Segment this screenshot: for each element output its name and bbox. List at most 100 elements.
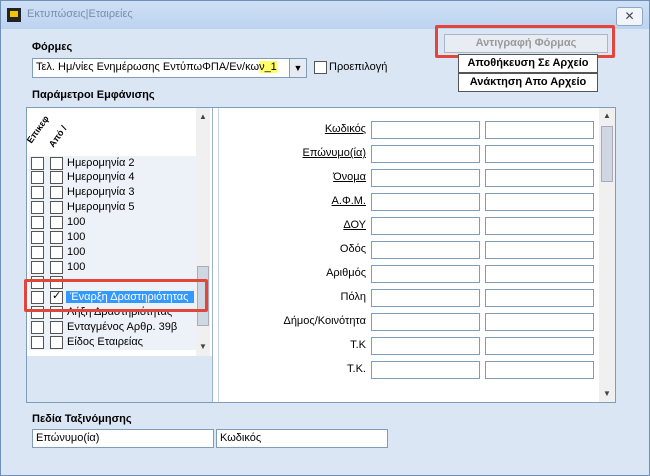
field-value-input-2[interactable] [485,313,594,331]
title-checkbox[interactable] [31,321,44,334]
list-item[interactable]: 100 [29,260,196,275]
field-value-input[interactable] [371,193,480,211]
field-label: Α.Φ.Μ. [331,195,366,207]
list-item[interactable]: 100 [29,230,196,245]
print-settings-window: Εκτυπώσεις|Εταιρείες ✕ Φόρμες Τελ. Ημ/νί… [0,0,650,476]
from-checkbox[interactable] [50,186,63,199]
field-value-input-2[interactable] [485,121,594,139]
list-item-label: 100 [67,216,86,228]
field-label: Πόλη [340,291,366,303]
field-value-input[interactable] [371,121,480,139]
header-from-column: Από / [46,123,69,149]
list-item-label: 100 [67,231,86,243]
forms-selected-value: Τελ. Ημ/νίες Ενημέρωσης ΕντύπωΦΠΑ/Εν/κω [36,61,260,73]
list-item-label: Ημερομηνία 2 [67,157,135,169]
title-checkbox[interactable] [31,246,44,259]
window-title: Εκτυπώσεις|Εταιρείες [27,8,133,20]
default-label: Προεπιλογή [329,61,388,73]
header-title-column: Επικεφ [24,113,51,145]
field-value-input-2[interactable] [485,169,594,187]
forms-label: Φόρμες [32,41,73,53]
field-label: Αριθμός [326,267,366,279]
field-value-input-2[interactable] [485,241,594,259]
list-item-label: Είδος Εταιρείας [67,336,143,348]
display-params-list[interactable]: Επικεφ Από / Ημερομηνία 2 Ημερομηνία 4 Ημε… [24,108,213,402]
field-value-input[interactable] [371,361,480,379]
title-checkbox[interactable] [31,201,44,214]
list-item[interactable]: Ημερομηνία 3 [29,185,196,200]
list-item-label: Ημερομηνία 5 [67,201,135,213]
from-checkbox[interactable] [50,201,63,214]
from-checkbox[interactable] [50,261,63,274]
field-value-input[interactable] [371,169,480,187]
field-value-input-2[interactable] [485,265,594,283]
from-checkbox[interactable] [50,231,63,244]
field-value-input-2[interactable] [485,337,594,355]
field-value-input-2[interactable] [485,289,594,307]
list-item-label: 100 [67,246,86,258]
list-item[interactable]: 100 [29,245,196,260]
field-value-input[interactable] [371,337,480,355]
field-value-input[interactable] [371,313,480,331]
forms-dropdown[interactable]: Τελ. Ημ/νίες Ενημέρωσης ΕντύπωΦΠΑ/Εν/κων… [32,58,307,78]
save-to-file-button[interactable]: Αποθήκευση Σε Αρχείο [458,54,598,73]
field-value-input[interactable] [371,265,480,283]
title-checkbox[interactable] [31,157,44,170]
default-checkbox[interactable] [314,61,327,74]
title-checkbox[interactable] [31,171,44,184]
field-value-input-2[interactable] [485,193,594,211]
scroll-down-icon[interactable]: ▼ [196,340,210,354]
scroll-up-icon[interactable]: ▲ [196,110,210,124]
from-checkbox[interactable] [50,171,63,184]
list-item[interactable]: Ημερομηνία 2 [29,156,196,171]
scroll-up-icon[interactable]: ▲ [599,108,615,124]
scroll-thumb[interactable] [601,126,613,182]
list-item[interactable]: 100 [29,215,196,230]
forms-selected-highlight: ν_1 [259,61,277,73]
field-label: Οδός [339,243,366,255]
field-label: Τ.Κ. [347,363,366,375]
chevron-down-icon[interactable]: ▼ [289,59,306,77]
list-item[interactable]: Ημερομηνία 5 [29,200,196,215]
list-scrollbar[interactable]: ▲ ▼ [196,108,210,356]
fields-scrollbar[interactable]: ▲ ▼ [599,108,615,402]
sort-field-1-value: Επώνυμο(ία) [36,432,100,444]
field-value-input[interactable] [371,145,480,163]
from-checkbox[interactable] [50,216,63,229]
from-checkbox[interactable] [50,246,63,259]
field-value-input-2[interactable] [485,361,594,379]
from-checkbox[interactable] [50,321,63,334]
field-value-input[interactable] [371,289,480,307]
sort-field-2[interactable]: Κωδικός [216,429,388,448]
field-label: Όνομα [333,171,366,183]
list-item[interactable]: Είδος Εταιρείας [29,335,196,350]
from-checkbox[interactable] [50,157,63,170]
params-panel: Επικεφ Από / Ημερομηνία 2 Ημερομηνία 4 Ημε… [24,107,616,403]
field-label: ΔΟΥ [343,219,366,231]
title-checkbox[interactable] [31,216,44,229]
sorting-label: Πεδία Ταξινόμησης [32,413,132,425]
panel-divider [218,108,219,402]
close-button[interactable]: ✕ [616,7,643,26]
field-value-input-2[interactable] [485,145,594,163]
field-value-input-2[interactable] [485,217,594,235]
list-item-label: Ημερομηνία 4 [67,171,135,183]
list-item[interactable]: Ημερομηνία 4 [29,170,196,185]
sort-field-1[interactable]: Επώνυμο(ία) [32,429,214,448]
from-checkbox[interactable] [50,336,63,349]
field-label: Δήμος/Κοινότητα [283,315,366,327]
title-checkbox[interactable] [31,186,44,199]
field-label: Επώνυμο(ία) [302,147,366,159]
list-footer [27,356,212,402]
sort-field-2-value: Κωδικός [220,432,262,444]
title-checkbox[interactable] [31,336,44,349]
load-from-file-button[interactable]: Ανάκτηση Απο Αρχείο [458,73,598,92]
field-value-input[interactable] [371,241,480,259]
field-label: Κωδικός [324,123,366,135]
scroll-down-icon[interactable]: ▼ [599,386,615,402]
field-value-input[interactable] [371,217,480,235]
list-item[interactable]: Ενταγμένος Αρθρ. 39β [29,320,196,335]
display-params-label: Παράμετροι Εμφάνισης [32,89,155,101]
title-checkbox[interactable] [31,261,44,274]
title-checkbox[interactable] [31,231,44,244]
